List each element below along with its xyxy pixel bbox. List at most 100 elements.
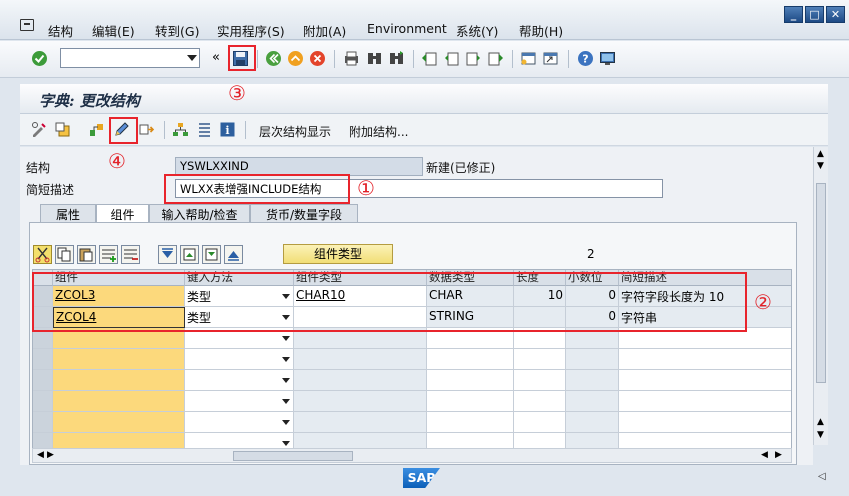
check-icon[interactable]: [31, 50, 48, 67]
last-page-icon[interactable]: [487, 50, 504, 67]
menu-help[interactable]: 帮助(H): [519, 21, 563, 40]
tab-components[interactable]: 组件: [96, 204, 149, 223]
tab-attributes[interactable]: 属性: [40, 204, 96, 222]
vertical-scrollbar[interactable]: ▲ ▼ ▲ ▼: [813, 147, 828, 445]
first-row-icon[interactable]: [158, 245, 177, 264]
svg-text:?: ?: [582, 53, 588, 66]
shortcut-icon[interactable]: [542, 50, 559, 67]
scroll-down-icon[interactable]: ▼: [817, 161, 824, 171]
print-icon[interactable]: [343, 50, 360, 67]
empty-table-cell[interactable]: [514, 349, 566, 370]
chevron-down-icon[interactable]: [282, 378, 290, 383]
chevron-down-icon[interactable]: [282, 441, 290, 446]
menu-extras[interactable]: 附加(A): [303, 21, 346, 40]
empty-table-cell[interactable]: [185, 349, 294, 370]
help-icon[interactable]: ?: [577, 50, 594, 67]
delete-row-icon[interactable]: [121, 245, 140, 264]
append-structure-button[interactable]: 附加结构...: [349, 123, 408, 140]
empty-table-cell[interactable]: [185, 391, 294, 412]
empty-table-cell[interactable]: [53, 370, 185, 391]
activate-icon[interactable]: [138, 121, 155, 138]
find-icon[interactable]: [366, 50, 383, 67]
prev-row-icon[interactable]: [180, 245, 199, 264]
tab-input-help[interactable]: 输入帮助/检查: [149, 204, 250, 222]
last-row-icon[interactable]: [224, 245, 243, 264]
maximize-icon[interactable]: □: [805, 6, 824, 23]
scroll-thumb[interactable]: [233, 451, 353, 461]
horizontal-scrollbar[interactable]: ◀ ▶ ◀ ▶: [32, 448, 792, 463]
empty-table-cell[interactable]: [619, 349, 791, 370]
row-selector[interactable]: [33, 412, 53, 433]
separator: [568, 50, 569, 68]
scroll-left-icon[interactable]: ◀: [761, 450, 768, 460]
empty-table-cell[interactable]: [427, 412, 514, 433]
collapse-icon[interactable]: «: [212, 50, 220, 65]
menu-structure[interactable]: 结构: [48, 21, 73, 40]
scroll-down-icon[interactable]: ▼: [817, 430, 824, 440]
scroll-up-icon[interactable]: ▲: [817, 417, 824, 427]
scroll-right-icon[interactable]: ▶: [47, 450, 54, 460]
next-row-icon[interactable]: [202, 245, 221, 264]
empty-table-cell[interactable]: [53, 412, 185, 433]
back-icon[interactable]: [265, 50, 282, 67]
find-next-icon[interactable]: [388, 50, 405, 67]
empty-table-cell[interactable]: [619, 412, 791, 433]
paste-icon[interactable]: [77, 245, 96, 264]
system-menu-icon[interactable]: [20, 19, 34, 31]
command-field[interactable]: [60, 48, 200, 68]
row-selector[interactable]: [33, 391, 53, 412]
info-icon[interactable]: i: [219, 121, 236, 138]
insert-row-icon[interactable]: [99, 245, 118, 264]
chevron-down-icon[interactable]: [187, 55, 197, 61]
scroll-up-icon[interactable]: ▲: [817, 149, 824, 159]
tab-currency-quantity[interactable]: 货币/数量字段: [250, 204, 358, 222]
empty-table-cell[interactable]: [185, 412, 294, 433]
empty-table-cell[interactable]: [514, 412, 566, 433]
first-page-icon[interactable]: [421, 50, 438, 67]
chevron-down-icon[interactable]: [282, 420, 290, 425]
next-page-icon[interactable]: [465, 50, 482, 67]
where-used-icon[interactable]: [172, 121, 189, 138]
other-object-icon[interactable]: [54, 121, 71, 138]
empty-table-cell[interactable]: [427, 349, 514, 370]
row-selector[interactable]: [33, 349, 53, 370]
minimize-icon[interactable]: _: [784, 6, 803, 23]
row-counter: 2: [587, 247, 595, 261]
exit-icon[interactable]: [287, 50, 304, 67]
scroll-thumb[interactable]: [816, 183, 826, 383]
close-icon[interactable]: ✕: [826, 6, 845, 23]
menu-edit[interactable]: 编辑(E): [92, 21, 135, 40]
menu-environment[interactable]: Environment: [367, 21, 447, 36]
scroll-right-icon[interactable]: ▶: [775, 450, 782, 460]
display-change-icon[interactable]: [31, 121, 48, 138]
hierarchy-icon[interactable]: [196, 121, 213, 138]
chevron-down-icon[interactable]: [282, 399, 290, 404]
row-selector[interactable]: [33, 370, 53, 391]
empty-table-cell[interactable]: [514, 391, 566, 412]
cancel-icon[interactable]: [309, 50, 326, 67]
empty-table-cell[interactable]: [514, 370, 566, 391]
chevron-down-icon[interactable]: [282, 357, 290, 362]
empty-table-cell[interactable]: [185, 370, 294, 391]
menu-goto[interactable]: 转到(G): [155, 21, 199, 40]
copy-icon[interactable]: [55, 245, 74, 264]
layout-icon[interactable]: [599, 50, 616, 67]
separator: [164, 121, 165, 139]
check-object-icon[interactable]: [88, 121, 105, 138]
new-session-icon[interactable]: [520, 50, 537, 67]
chevron-down-icon[interactable]: [282, 336, 290, 341]
empty-table-cell[interactable]: [619, 391, 791, 412]
scroll-left-icon[interactable]: ◀: [37, 450, 44, 460]
status-collapse-icon[interactable]: ◁: [818, 471, 826, 482]
empty-table-cell[interactable]: [53, 391, 185, 412]
empty-table-cell[interactable]: [427, 370, 514, 391]
empty-table-cell[interactable]: [427, 391, 514, 412]
empty-table-cell[interactable]: [53, 349, 185, 370]
empty-table-cell[interactable]: [619, 370, 791, 391]
menu-utilities[interactable]: 实用程序(S): [217, 21, 285, 40]
menu-system[interactable]: 系统(Y): [456, 21, 498, 40]
cut-icon[interactable]: [33, 245, 52, 264]
component-type-button[interactable]: 组件类型: [283, 244, 393, 264]
hierarchy-display-button[interactable]: 层次结构显示: [259, 123, 331, 140]
prev-page-icon[interactable]: [443, 50, 460, 67]
